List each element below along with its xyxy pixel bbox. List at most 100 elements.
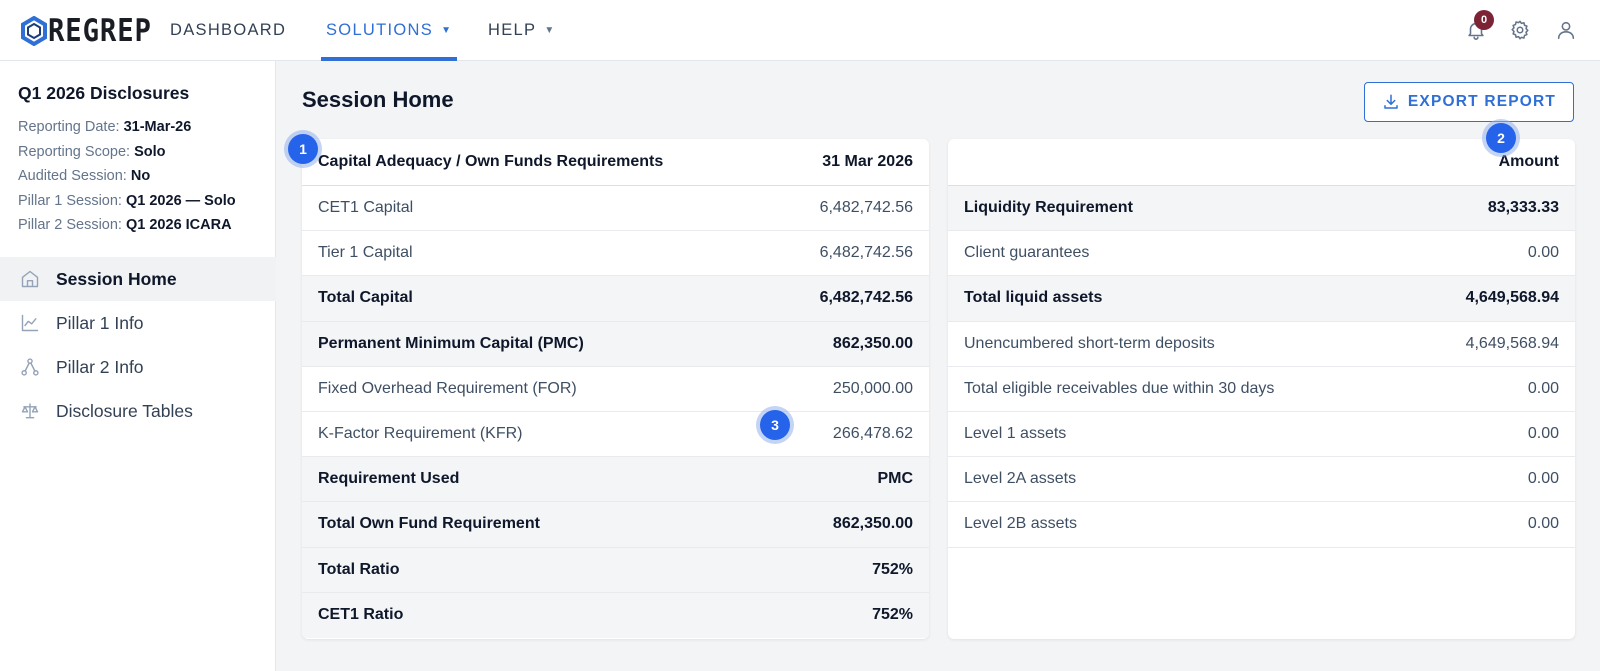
meta-pillar1-session: Pillar 1 Session: Q1 2026 — Solo <box>18 189 236 214</box>
table-row: Level 2B assets 0.00 <box>948 502 1575 548</box>
row-value: 862,350.00 <box>832 515 913 533</box>
nav-help-label: HELP <box>488 21 537 39</box>
row-label: CET1 Capital <box>318 199 414 217</box>
meta-label: Reporting Date: <box>18 119 120 135</box>
sidebar-item-label: Pillar 2 Info <box>56 356 144 377</box>
row-label: Tier 1 Capital <box>318 244 413 262</box>
caret-down-icon: ▼ <box>544 25 556 36</box>
line-chart-icon <box>20 313 40 333</box>
row-value: 0.00 <box>1527 244 1559 262</box>
notification-count-badge: 0 <box>1474 10 1494 30</box>
table-row: Requirement Used PMC <box>302 457 929 503</box>
scale-icon <box>20 401 40 421</box>
nodes-icon <box>20 357 40 377</box>
table-row: Level 1 assets 0.00 <box>948 412 1575 458</box>
step-marker-2: 2 <box>1486 123 1516 153</box>
home-icon <box>20 269 40 289</box>
nav-dashboard-label: DASHBOARD <box>170 21 287 39</box>
table-header: Capital Adequacy / Own Funds Requirement… <box>302 139 929 186</box>
row-value: 4,649,568.94 <box>1465 289 1559 307</box>
table-row: Client guarantees 0.00 <box>948 231 1575 277</box>
row-value: 752% <box>872 606 913 624</box>
meta-reporting-scope: Reporting Scope: Solo <box>18 140 236 165</box>
table-row: Total liquid assets 4,649,568.94 <box>948 276 1575 322</box>
table-header: Amount <box>948 139 1575 186</box>
row-value: 6,482,742.56 <box>819 199 913 217</box>
sidebar-item-label: Disclosure Tables <box>56 400 193 421</box>
row-label: Total Capital <box>318 289 413 307</box>
row-value: 4,649,568.94 <box>1465 334 1559 352</box>
settings-button[interactable] <box>1506 16 1534 44</box>
meta-value: 31-Mar-26 <box>123 119 192 135</box>
download-icon <box>1384 94 1398 109</box>
nav-dashboard[interactable]: DASHBOARD <box>170 0 286 61</box>
meta-value: Solo <box>134 143 166 160</box>
row-value: 0.00 <box>1527 470 1559 488</box>
session-title: Q1 2026 Disclosures <box>18 83 190 103</box>
sidebar: Q1 2026 Disclosures Reporting Date: 31-M… <box>0 61 276 671</box>
row-value: 266,478.62 <box>832 425 913 443</box>
meta-label: Audited Session: <box>18 168 127 184</box>
header-amount: Amount <box>1498 153 1559 170</box>
sidebar-nav: Session Home Pillar 1 Info Pillar 2 Info… <box>0 257 276 433</box>
logo-text: REGREP <box>48 13 152 49</box>
nav-solutions[interactable]: SOLUTIONS ▼ <box>320 0 458 61</box>
table-row: Level 2A assets 0.00 <box>948 457 1575 503</box>
meta-label: Pillar 2 Session: <box>18 217 122 233</box>
table-row: Unencumbered short-term deposits 4,649,56… <box>948 322 1575 367</box>
table-row: Liquidity Requirement 83,333.33 <box>948 186 1575 232</box>
row-value: 6,482,742.56 <box>819 289 913 307</box>
row-label: CET1 Ratio <box>318 606 404 624</box>
row-label: Level 1 assets <box>964 425 1067 443</box>
header-label: Capital Adequacy / Own Funds Requirement… <box>318 153 664 170</box>
step-marker-1: 1 <box>288 134 318 164</box>
row-label: Total Ratio <box>318 560 400 578</box>
meta-label: Reporting Scope: <box>18 143 131 160</box>
session-meta: Reporting Date: 31-Mar-26 Reporting Scop… <box>18 115 236 238</box>
gear-icon <box>1511 20 1529 40</box>
row-label: Total eligible receivables due within 30… <box>964 379 1275 397</box>
export-report-label: EXPORT REPORT <box>1407 93 1557 110</box>
row-value: 862,350.00 <box>832 334 913 352</box>
own-funds-table: Capital Adequacy / Own Funds Requirement… <box>302 139 929 639</box>
row-label: Requirement Used <box>318 470 460 488</box>
table-row: CET1 Ratio 752% <box>302 592 929 638</box>
table-row: Total eligible receivables due within 30… <box>948 367 1575 412</box>
row-label: Liquidity Requirement <box>964 199 1133 217</box>
meta-value: No <box>130 168 151 184</box>
nav-help[interactable]: HELP ▼ <box>488 0 556 61</box>
sidebar-item-pillar2-info[interactable]: Pillar 2 Info <box>0 345 276 389</box>
step-marker-3: 3 <box>760 410 790 440</box>
sidebar-item-session-home[interactable]: Session Home <box>0 257 276 301</box>
row-value: 752% <box>872 560 913 578</box>
table-row: Total Capital 6,482,742.56 <box>302 276 929 322</box>
meta-reporting-date: Reporting Date: 31-Mar-26 <box>18 115 236 140</box>
header-date: 31 Mar 2026 <box>822 153 913 170</box>
table-row: Permanent Minimum Capital (PMC) 862,350.0… <box>302 321 929 367</box>
table-row: CET1 Capital 6,482,742.56 <box>302 186 929 232</box>
row-label: Unencumbered short-term deposits <box>964 334 1215 352</box>
row-value: 0.00 <box>1527 425 1559 443</box>
row-label: Fixed Overhead Requirement (FOR) <box>318 379 577 397</box>
export-report-button[interactable]: EXPORT REPORT <box>1364 82 1574 122</box>
top-nav: REGREP DASHBOARD SOLUTIONS ▼ HELP ▼ 0 <box>0 0 1600 61</box>
row-label: Total Own Fund Requirement <box>318 515 540 533</box>
row-value: 0.00 <box>1527 515 1559 533</box>
row-label: Client guarantees <box>964 244 1090 262</box>
user-menu-button[interactable] <box>1552 16 1580 44</box>
sidebar-item-label: Pillar 1 Info <box>56 312 144 333</box>
table-row: Tier 1 Capital 6,482,742.56 <box>302 231 929 277</box>
logo[interactable]: REGREP <box>21 13 166 49</box>
row-value: 6,482,742.56 <box>819 244 913 262</box>
row-value: 250,000.00 <box>832 379 913 397</box>
row-label: Level 2B assets <box>964 515 1077 533</box>
table-row: Total Own Fund Requirement 862,350.00 <box>302 502 929 548</box>
row-value: PMC <box>877 470 913 488</box>
table-row: Fixed Overhead Requirement (FOR) 250,000.… <box>302 367 929 412</box>
sidebar-item-disclosure-tables[interactable]: Disclosure Tables <box>0 389 276 433</box>
sidebar-item-pillar1-info[interactable]: Pillar 1 Info <box>0 301 276 345</box>
meta-value: Q1 2026 — Solo <box>126 192 236 209</box>
row-value: 83,333.33 <box>1487 199 1559 217</box>
caret-down-icon: ▼ <box>441 25 453 36</box>
table-row: Total Ratio 752% <box>302 547 929 593</box>
